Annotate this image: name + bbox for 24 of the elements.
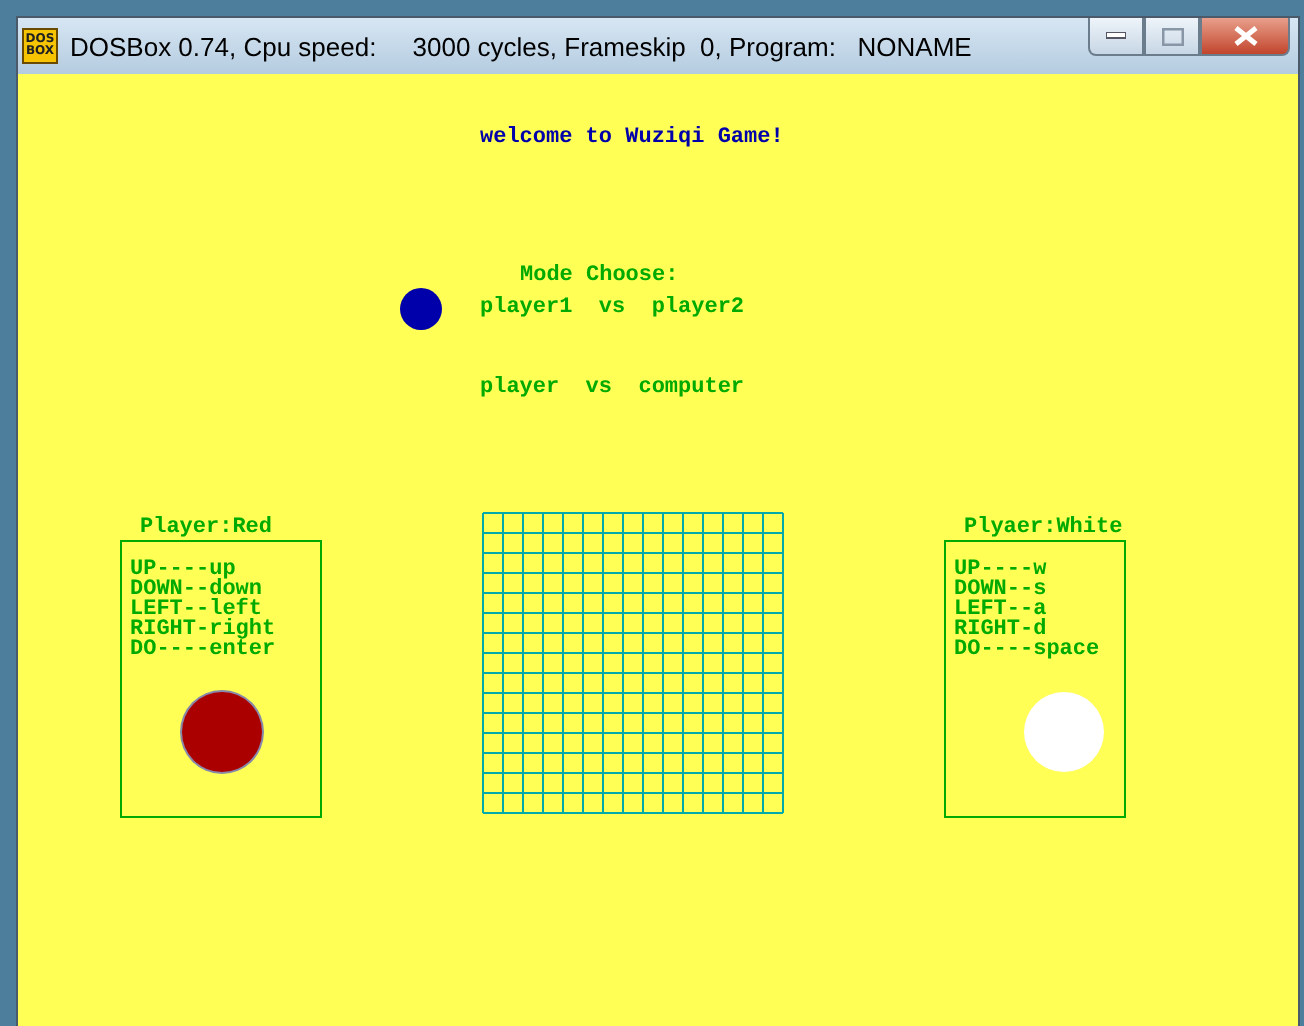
key-binding: DO----space	[954, 640, 1102, 660]
key-binding: LEFT--a	[954, 600, 1049, 620]
window-title: DOSBox 0.74, Cpu speed: 3000 cycles, Frameskip 0, Program: NONAME	[70, 31, 972, 61]
minimize-icon	[1106, 32, 1126, 40]
minimize-button[interactable]	[1088, 18, 1144, 56]
maximize-button[interactable]	[1144, 18, 1200, 56]
mode-option[interactable]: player vs computer	[400, 368, 745, 408]
close-button[interactable]	[1200, 18, 1290, 56]
key-binding: RIGHT-d	[954, 620, 1047, 640]
close-icon	[1233, 26, 1257, 46]
maximize-icon	[1161, 27, 1183, 45]
key-binding: UP----w	[954, 560, 1049, 580]
key-binding: DOWN--down	[130, 580, 265, 600]
key-binding: DOWN--s	[954, 580, 1049, 600]
selector-dot	[400, 287, 442, 329]
key-binding: LEFT--left	[130, 600, 263, 620]
key-binding: DO----enter	[130, 640, 278, 660]
mode-option[interactable]: player1 vs player2	[400, 288, 745, 328]
key-binding: RIGHT-right	[130, 620, 278, 640]
player-label: Plyaer:White	[964, 518, 1125, 540]
welcome-text: welcome to Wuziqi Game!	[480, 126, 786, 150]
key-binding: UP----up	[130, 560, 236, 580]
player-label: Player:Red	[140, 518, 275, 540]
mode-heading: Mode Choose:	[520, 264, 681, 288]
